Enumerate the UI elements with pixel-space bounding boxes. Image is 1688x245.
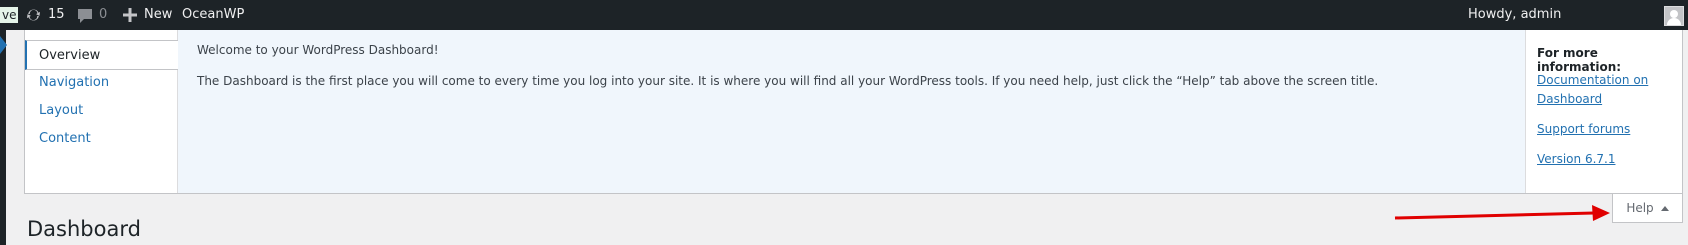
live-badge[interactable]: ve: [0, 7, 19, 23]
help-sidebar-heading: For more information:: [1537, 46, 1622, 74]
help-tab-navigation[interactable]: Navigation: [25, 68, 177, 98]
help-tab-layout[interactable]: Layout: [25, 96, 177, 126]
support-forums-link[interactable]: Support forums: [1537, 120, 1630, 139]
menu-current-indicator: [0, 36, 7, 54]
site-name-link[interactable]: OceanWP: [182, 0, 244, 30]
help-tabs: Overview Navigation Layout Content: [25, 30, 178, 193]
updates-icon[interactable]: [25, 7, 42, 23]
help-tab-content[interactable]: Content: [25, 124, 177, 154]
documentation-link[interactable]: Documentation on Dashboard: [1537, 71, 1648, 109]
new-content-menu[interactable]: New: [144, 0, 172, 30]
help-sidebar: For more information: Documentation on Da…: [1526, 30, 1682, 193]
admin-menu-edge: [0, 30, 6, 245]
howdy-account-menu[interactable]: Howdy, admin: [1468, 0, 1561, 30]
comments-count[interactable]: 0: [99, 0, 107, 30]
page-title: Dashboard: [27, 217, 141, 241]
plus-icon[interactable]: [123, 8, 137, 22]
help-content-body: The Dashboard is the first place you wil…: [197, 74, 1379, 88]
documentation-link-line2[interactable]: Dashboard: [1537, 92, 1602, 106]
comments-icon[interactable]: [77, 8, 93, 24]
version-link[interactable]: Version 6.7.1: [1537, 150, 1615, 169]
help-content-title: Welcome to your WordPress Dashboard!: [197, 43, 439, 57]
help-tab-overview[interactable]: Overview: [25, 40, 178, 70]
documentation-link-line1[interactable]: Documentation on: [1537, 73, 1648, 87]
help-tab-content-panel: Welcome to your WordPress Dashboard! The…: [177, 30, 1526, 193]
help-toggle-button[interactable]: Help: [1612, 194, 1683, 223]
admin-bar: ve 15 0 New OceanWP Howdy, admin: [0, 0, 1688, 30]
caret-up-icon: [1660, 206, 1669, 211]
contextual-help-panel: Overview Navigation Layout Content Welco…: [24, 30, 1683, 194]
help-toggle-label: Help: [1626, 201, 1654, 215]
avatar[interactable]: [1664, 6, 1684, 26]
updates-count[interactable]: 15: [48, 0, 65, 30]
